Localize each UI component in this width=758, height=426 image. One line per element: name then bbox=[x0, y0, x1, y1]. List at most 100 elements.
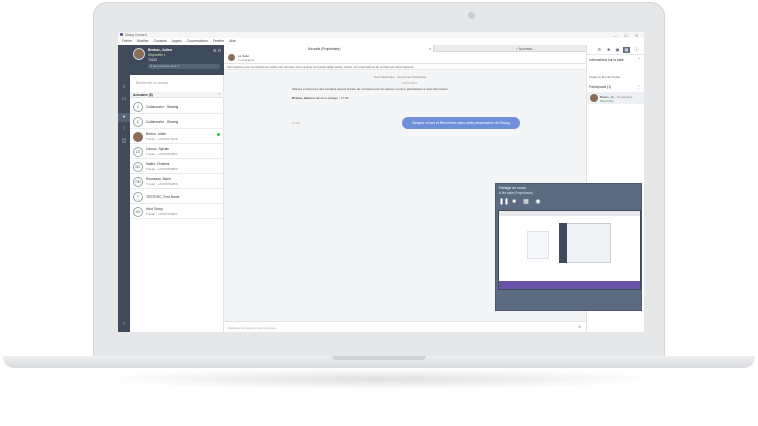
contact-avatar: RM bbox=[133, 176, 143, 187]
message-time: 17:06 bbox=[292, 121, 300, 125]
avatar[interactable] bbox=[133, 48, 145, 60]
avatar bbox=[228, 54, 235, 61]
list-item[interactable]: T TESTDRC, First Name bbox=[130, 189, 224, 204]
tab-my-room[interactable]: Ma salle (Propriétaire) × bbox=[224, 45, 434, 52]
list-item[interactable]: Breton, Julien Travail : +33183774038 bbox=[130, 129, 224, 144]
chevron-up-icon[interactable]: ⌃ bbox=[218, 92, 221, 97]
presence-selector[interactable]: Disponible ▾ bbox=[148, 53, 165, 57]
contact-name: Mallet, Christine bbox=[146, 162, 170, 166]
share-subtitle: à Ma salle (Propriétaire) bbox=[499, 191, 534, 195]
contact-name: Collaborator - Sharing bbox=[146, 105, 179, 109]
copy-guest-link[interactable]: Copier le lien de l'invité bbox=[589, 75, 620, 79]
contact-phone: Travail : +33183784850 bbox=[146, 167, 178, 171]
share-message-author: Breton, Julien bbox=[292, 96, 313, 100]
contact-avatar: MC bbox=[133, 161, 143, 172]
grid-icon[interactable]: ▦ bbox=[522, 199, 530, 206]
status-note-input[interactable]: À quoi pensez-vous ? bbox=[148, 64, 220, 69]
screen-share-icon[interactable]: ▣ bbox=[614, 47, 621, 53]
app-window: Dialog Connect — ☐ ✕ Fichier Modifier Co… bbox=[118, 32, 644, 332]
online-status-icon bbox=[217, 133, 220, 136]
list-item[interactable]: C Collaborator - Sharing bbox=[130, 114, 224, 129]
tab-label: Ma salle (Propriétaire) bbox=[308, 46, 341, 51]
directory-title: Annuaire (8) bbox=[133, 93, 153, 97]
share-preview bbox=[498, 210, 641, 290]
list-item[interactable]: RM Rousseau, Marie Travail : +3318378485… bbox=[130, 174, 224, 189]
list-item[interactable]: C Collaborator - Sharing bbox=[130, 99, 224, 114]
list-item[interactable]: HG Hunt Group Travail : +33183784851 bbox=[130, 204, 224, 219]
star-icon[interactable]: ☆ bbox=[121, 85, 127, 90]
participant-role: Propriétaire bbox=[617, 94, 633, 99]
info-icon[interactable]: ⓘ bbox=[633, 47, 640, 53]
more-options-icon[interactable]: ⋮ bbox=[637, 84, 641, 89]
participants-title: Participants (1) bbox=[589, 85, 612, 89]
chat-icon[interactable]: ▭ bbox=[121, 97, 127, 102]
preview-app-sidebar bbox=[559, 223, 567, 263]
contact-avatar: CS bbox=[133, 146, 143, 157]
chevron-up-icon[interactable]: ⌃ bbox=[638, 57, 641, 62]
directory-header[interactable]: Annuaire (8) ⌃ bbox=[130, 92, 224, 98]
room-header: Le Salut 1 participant bbox=[224, 52, 586, 64]
contact-avatar: T bbox=[133, 191, 143, 202]
camera-icon bbox=[468, 12, 475, 19]
avatar bbox=[590, 94, 598, 102]
power-icon[interactable]: ○ bbox=[121, 322, 127, 327]
present-icon[interactable]: ▦ bbox=[623, 47, 630, 53]
app-logo-icon bbox=[120, 33, 123, 36]
participant-status: Disponible bbox=[600, 98, 614, 103]
maximize-button[interactable]: ☐ bbox=[624, 33, 628, 38]
contact-phone: Travail : +33183784851 bbox=[146, 212, 178, 216]
stop-icon[interactable]: ■ bbox=[510, 199, 518, 206]
preview-toolbar bbox=[499, 211, 640, 216]
profile-extension: 75155 bbox=[148, 58, 157, 62]
contact-name: Collaborator - Sharing bbox=[146, 120, 179, 124]
contact-name: Rousseau, Marie bbox=[146, 177, 171, 181]
contact-name: TESTDRC, First Name bbox=[146, 195, 180, 199]
contact-avatar: C bbox=[133, 116, 143, 127]
nav-rail: ☆ ▭ ● ⁞ ◫ ○ bbox=[118, 45, 130, 332]
system-message: Glissez et déposez des contacts depuis l… bbox=[292, 87, 449, 91]
close-icon[interactable]: × bbox=[429, 46, 431, 51]
contacts-panel: Breton, Julien Disponible ▾ 75155 À quoi… bbox=[130, 45, 224, 332]
tab-new[interactable]: ○ Nouveau... bbox=[516, 47, 535, 51]
voicemail-icon[interactable]: ◫ bbox=[121, 139, 127, 144]
contact-phone: Travail : +33183774038 bbox=[146, 137, 178, 141]
chat-bubble: Bonjour à tous et Bienvenue dans cette p… bbox=[402, 117, 520, 129]
profile-tools-icon[interactable]: ⊞ ⊟ bbox=[213, 48, 221, 53]
contacts-icon[interactable]: ● bbox=[121, 115, 127, 120]
history-links[interactable]: Tout l'historique · Supprimer l'historiq… bbox=[374, 75, 426, 79]
share-message-text: a lancé le partage : 17:05 bbox=[312, 96, 349, 100]
preview-taskbar bbox=[499, 281, 640, 289]
preview-card bbox=[527, 231, 549, 259]
contact-search-input[interactable]: Rechercher un contact bbox=[136, 81, 220, 86]
emoji-icon[interactable]: ☺ bbox=[577, 324, 582, 329]
contact-name: Hunt Group bbox=[146, 207, 164, 211]
info-banner: Informations pour la conférence audio no… bbox=[224, 64, 586, 70]
participant-row[interactable]: Breton, Ju... Propriétaire Disponible bbox=[587, 92, 644, 104]
share-title: Partage en cours bbox=[499, 186, 526, 190]
message-input[interactable]: Saisissez un texte ici pour envoyer... bbox=[228, 326, 278, 330]
phone-icon[interactable]: ✆ bbox=[596, 47, 603, 53]
contact-avatar: C bbox=[133, 101, 143, 112]
pause-icon[interactable]: ❚❚ bbox=[499, 199, 509, 206]
laptop-shadow bbox=[90, 368, 668, 390]
app-title: Dialog Connect bbox=[125, 33, 147, 37]
dialpad-icon[interactable]: ⁞ bbox=[121, 127, 127, 132]
room-participants-count: 1 participant bbox=[238, 58, 255, 62]
screen-share-panel[interactable]: Partage en cours à Ma salle (Propriétair… bbox=[495, 183, 642, 311]
video-icon[interactable]: ■ bbox=[605, 47, 612, 53]
room-info-title: Informations sur la salle bbox=[589, 58, 624, 62]
contact-avatar bbox=[133, 131, 143, 142]
contact-phone: Travail : +33183784853 bbox=[146, 152, 178, 156]
close-button[interactable]: ✕ bbox=[635, 33, 638, 38]
message-composer[interactable]: Saisissez un texte ici pour envoyer... ☺ bbox=[224, 321, 586, 332]
profile-name: Breton, Julien bbox=[148, 48, 172, 52]
call-toolbar: ✆ ■ ▣ ▦ ⓘ bbox=[587, 45, 644, 55]
minimize-button[interactable]: — bbox=[613, 33, 617, 38]
list-item[interactable]: MC Mallet, Christine Travail : +33183784… bbox=[130, 159, 224, 174]
eye-icon[interactable]: ◉ bbox=[534, 199, 542, 206]
title-bar: Dialog Connect — ☐ ✕ bbox=[118, 32, 644, 38]
list-item[interactable]: CS Caruso, Sylvain Travail : +3318378485… bbox=[130, 144, 224, 159]
message-date: 12/01/2017 bbox=[402, 81, 418, 85]
contact-avatar: HG bbox=[133, 206, 143, 217]
contact-name: Breton, Julien bbox=[146, 132, 167, 136]
